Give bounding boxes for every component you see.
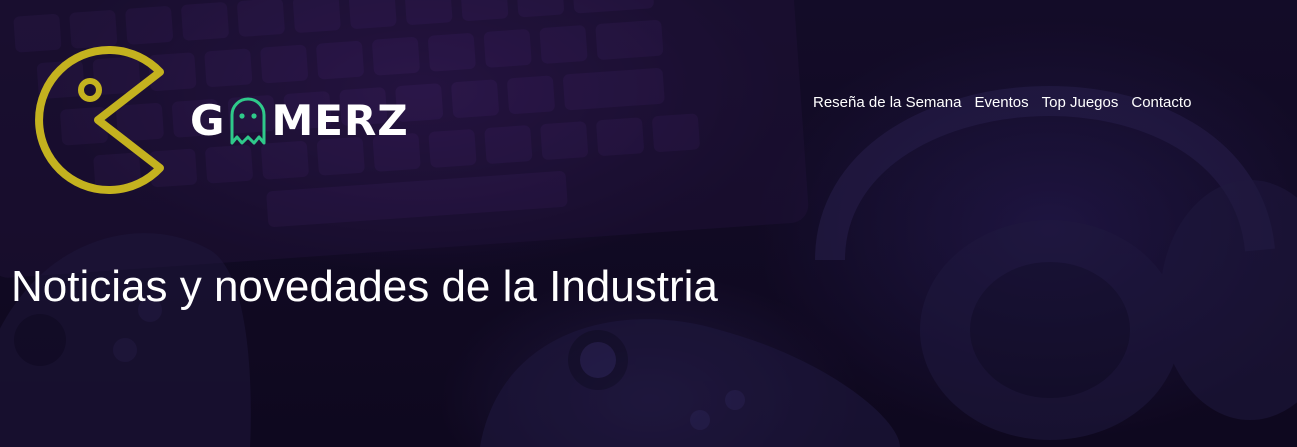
- site-logo[interactable]: G MERZ: [190, 92, 409, 148]
- main-navigation: Reseña de la Semana Eventos Top Juegos C…: [813, 94, 1191, 111]
- nav-link-contacto[interactable]: Contacto: [1131, 94, 1191, 111]
- logo-text-start: G: [190, 95, 226, 145]
- pacman-logo-icon[interactable]: [20, 38, 168, 202]
- logo-text-end: MERZ: [271, 95, 409, 145]
- hero-title: Noticias y novedades de la Industria: [11, 262, 718, 311]
- nav-link-eventos[interactable]: Eventos: [974, 94, 1028, 111]
- nav-link-resena-semana[interactable]: Reseña de la Semana: [813, 94, 961, 111]
- hero-background-image: [0, 0, 1297, 447]
- ghost-icon: [230, 97, 266, 145]
- hero-banner: G MERZ Reseña de la Semana Eventos Top J…: [0, 0, 1297, 447]
- nav-link-top-juegos[interactable]: Top Juegos: [1042, 94, 1119, 111]
